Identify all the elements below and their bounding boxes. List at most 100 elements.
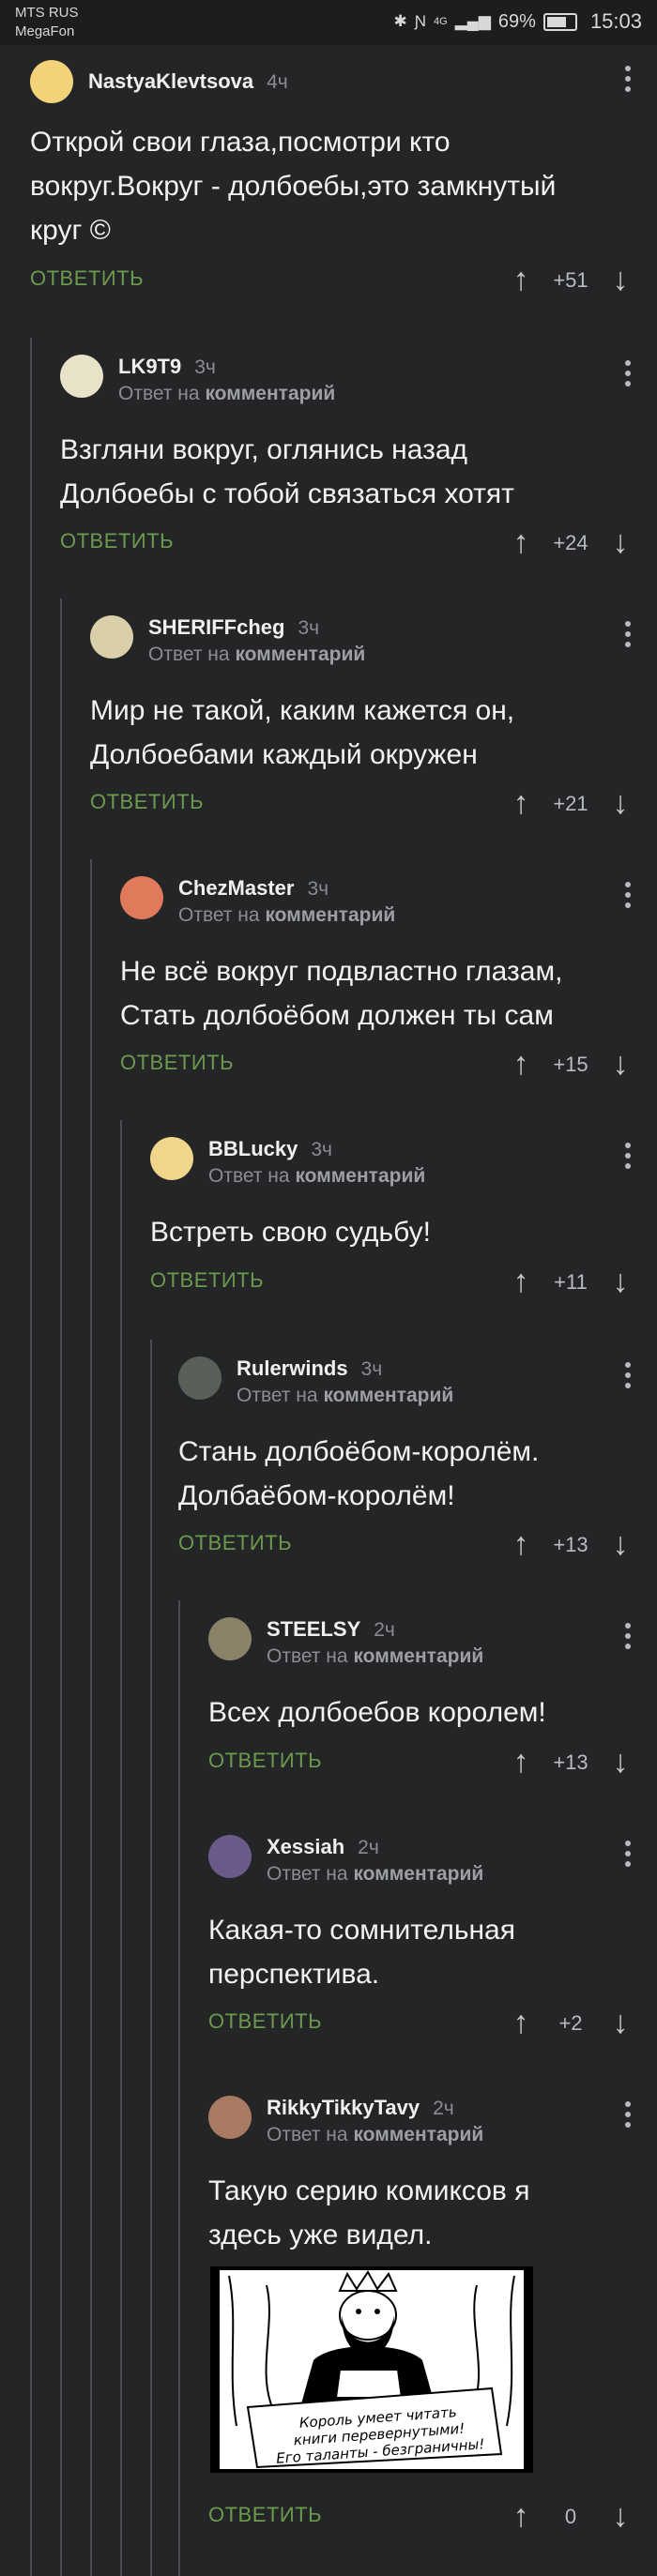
avatar[interactable]	[208, 2096, 252, 2139]
username-text[interactable]: STEELSY	[267, 1617, 360, 1641]
upvote-arrow-icon[interactable]: ↑	[507, 1745, 535, 1779]
more-options-icon[interactable]	[625, 621, 631, 652]
reply-target-link[interactable]: комментарий	[353, 2124, 483, 2145]
downvote-arrow-icon[interactable]: ↓	[606, 2006, 634, 2039]
username[interactable]: STEELSY 2ч	[267, 1617, 395, 1642]
comment-score: +11	[554, 1270, 588, 1294]
reply-button[interactable]: ОТВЕТИТЬ	[178, 1531, 292, 1555]
username-text[interactable]: BBLucky	[208, 1137, 298, 1160]
comment: RikkyTikkyTavy 2ч Ответ на комментарий Таку…	[208, 0, 657, 2576]
upvote-arrow-icon[interactable]: ↑	[507, 263, 535, 296]
reply-target-link[interactable]: комментарий	[323, 1385, 453, 1406]
comment-score: +13	[553, 1750, 588, 1774]
more-options-icon[interactable]	[625, 2101, 631, 2132]
upvote-arrow-icon[interactable]: ↑	[507, 525, 535, 559]
reply-to: Ответ на комментарий	[178, 904, 395, 927]
reply-target-link[interactable]: комментарий	[353, 1863, 483, 1885]
reply-button[interactable]: ОТВЕТИТЬ	[208, 2009, 322, 2034]
reply-target-link[interactable]: комментарий	[295, 1165, 425, 1187]
username[interactable]: Xessiah 2ч	[267, 1835, 379, 1859]
comment-score: +2	[558, 2011, 583, 2035]
more-options-icon[interactable]	[625, 1362, 631, 1393]
downvote-arrow-icon[interactable]: ↓	[606, 1527, 634, 1561]
reply-button[interactable]: ОТВЕТИТЬ	[150, 1268, 264, 1293]
downvote-arrow-icon[interactable]: ↓	[606, 1047, 634, 1081]
upvote-arrow-icon[interactable]: ↑	[507, 1265, 535, 1298]
reply-target-link[interactable]: комментарий	[265, 904, 395, 926]
username-text[interactable]: SHERIFFcheg	[148, 615, 284, 639]
network-type: 4G	[434, 16, 448, 27]
comment-score: +15	[553, 1053, 588, 1076]
downvote-arrow-icon[interactable]: ↓	[606, 263, 634, 296]
downvote-arrow-icon[interactable]: ↓	[606, 1265, 634, 1298]
avatar[interactable]	[150, 1137, 193, 1180]
reply-target-link[interactable]: комментарий	[235, 644, 365, 665]
downvote-arrow-icon[interactable]: ↓	[606, 2499, 634, 2533]
downvote-arrow-icon[interactable]: ↓	[606, 525, 634, 559]
username[interactable]: Rulerwinds 3ч	[237, 1356, 382, 1381]
reply-button[interactable]: ОТВЕТИТЬ	[208, 1749, 322, 1773]
comic-image[interactable]: Король умеет читать книги перевернутыми!…	[210, 2266, 533, 2473]
comment-header: SHERIFFcheg 3ч Ответ на комментарий	[90, 615, 657, 668]
downvote-arrow-icon[interactable]: ↓	[606, 1745, 634, 1779]
comment-time: 3ч	[298, 617, 320, 639]
more-options-icon[interactable]	[625, 1623, 631, 1654]
more-options-icon[interactable]	[625, 360, 631, 391]
reply-target-link[interactable]: комментарий	[353, 1645, 483, 1667]
reply-to: Ответ на комментарий	[267, 2124, 483, 2146]
reply-button[interactable]: ОТВЕТИТЬ	[60, 529, 174, 553]
reply-target-link[interactable]: комментарий	[205, 383, 335, 404]
username-text[interactable]: RikkyTikkyTavy	[267, 2096, 420, 2119]
more-options-icon[interactable]	[625, 1143, 631, 1174]
avatar[interactable]	[178, 1356, 222, 1400]
username-text[interactable]: NastyaKlevtsova	[88, 69, 253, 93]
username[interactable]: RikkyTikkyTavy 2ч	[267, 2096, 454, 2120]
upvote-arrow-icon[interactable]: ↑	[507, 2499, 535, 2533]
comment-header: STEELSY 2ч Ответ на комментарий	[208, 1617, 657, 1670]
comment-header: Xessiah 2ч Ответ на комментарий	[208, 1835, 657, 1887]
comment-text: Встреть свою судьбу!	[150, 1217, 431, 1248]
username[interactable]: LK9T9 3ч	[118, 355, 216, 379]
username-text[interactable]: ChezMaster	[178, 876, 294, 900]
carrier-secondary: MegaFon	[15, 23, 75, 39]
avatar[interactable]	[208, 1835, 252, 1878]
reply-to: Ответ на комментарий	[208, 1165, 425, 1188]
comic-drawing	[220, 2270, 524, 2469]
reply-to: Ответ на комментарий	[267, 1863, 483, 1886]
comment-header: Rulerwinds 3ч Ответ на комментарий	[178, 1356, 657, 1409]
carrier-primary: MTS RUS	[15, 5, 79, 21]
comment-footer: ОТВЕТИТЬ ↑ +24 ↓	[60, 525, 657, 563]
reply-to: Ответ на комментарий	[148, 644, 365, 666]
more-options-icon[interactable]	[625, 882, 631, 913]
avatar[interactable]	[60, 355, 103, 398]
username[interactable]: NastyaKlevtsova 4ч	[88, 69, 288, 94]
thread-indent-line	[30, 338, 32, 2576]
upvote-arrow-icon[interactable]: ↑	[507, 1527, 535, 1561]
reply-button[interactable]: ОТВЕТИТЬ	[120, 1051, 234, 1075]
reply-button[interactable]: ОТВЕТИТЬ	[30, 266, 144, 291]
downvote-arrow-icon[interactable]: ↓	[606, 786, 634, 820]
more-options-icon[interactable]	[625, 66, 631, 97]
reply-button[interactable]: ОТВЕТИТЬ	[208, 2503, 322, 2527]
username[interactable]: BBLucky 3ч	[208, 1137, 332, 1161]
avatar[interactable]	[90, 615, 133, 659]
username[interactable]: ChezMaster 3ч	[178, 876, 328, 901]
upvote-arrow-icon[interactable]: ↑	[507, 786, 535, 820]
username-text[interactable]: Rulerwinds	[237, 1356, 348, 1380]
reply-prefix: Ответ на	[178, 904, 260, 926]
upvote-arrow-icon[interactable]: ↑	[507, 1047, 535, 1081]
comment-time: 3ч	[311, 1139, 332, 1160]
battery-icon	[542, 12, 577, 31]
avatar[interactable]	[120, 876, 163, 919]
username-text[interactable]: LK9T9	[118, 355, 181, 378]
username[interactable]: SHERIFFcheg 3ч	[148, 615, 319, 640]
comment-footer: ОТВЕТИТЬ ↑ 0 ↓	[208, 2499, 657, 2537]
username-text[interactable]: Xessiah	[267, 1835, 344, 1858]
bluetooth-icon: ✱	[393, 12, 407, 30]
upvote-arrow-icon[interactable]: ↑	[507, 2006, 535, 2039]
avatar[interactable]	[30, 60, 73, 103]
reply-button[interactable]: ОТВЕТИТЬ	[90, 790, 204, 814]
comment: STEELSY 2ч Ответ на комментарий Всех долбое…	[208, 0, 657, 2576]
avatar[interactable]	[208, 1617, 252, 1660]
more-options-icon[interactable]	[625, 1841, 631, 1871]
